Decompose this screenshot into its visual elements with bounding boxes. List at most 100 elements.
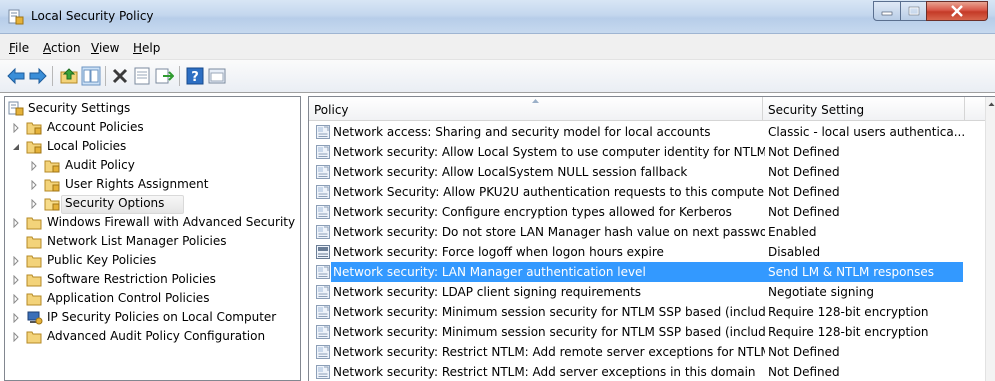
help-icon[interactable]: ? <box>185 66 205 86</box>
tree-item-security-options[interactable]: Security Options <box>5 195 297 214</box>
tree-item-software-restriction[interactable]: Software Restriction Policies <box>5 271 297 290</box>
policy-name-cell: Network security: Allow LocalSystem NULL… <box>333 165 688 179</box>
policy-item-icon <box>316 345 330 359</box>
table-row[interactable]: Network security: Do not store LAN Manag… <box>309 222 985 242</box>
folder-icon <box>26 331 42 344</box>
policy-item-icon <box>316 145 330 159</box>
policy-name-cell: Network security: Restrict NTLM: Add ser… <box>333 365 756 379</box>
toolbar: ? <box>0 60 995 93</box>
expand-arrow-icon[interactable] <box>29 199 39 209</box>
table-row[interactable]: Network security: Allow LocalSystem NULL… <box>309 162 985 182</box>
folder-icon <box>26 255 42 268</box>
vertical-scrollbar[interactable] <box>985 97 995 381</box>
folder-policy-icon <box>26 122 42 135</box>
maximize-icon <box>908 6 919 16</box>
delete-icon[interactable] <box>110 66 130 86</box>
forward-arrow-icon[interactable] <box>28 66 48 86</box>
properties-icon[interactable] <box>132 66 152 86</box>
table-row[interactable]: Network security: Restrict NTLM: Add rem… <box>309 342 985 362</box>
column-header-filler <box>965 97 985 121</box>
expand-arrow-icon[interactable] <box>11 294 21 304</box>
table-row[interactable]: Network access: Sharing and security mod… <box>309 122 985 142</box>
table-row[interactable]: Network security: LDAP client signing re… <box>309 282 985 302</box>
policy-name-cell: Network Security: Allow PKU2U authentica… <box>333 185 765 199</box>
folder-icon <box>26 236 42 249</box>
tree-item-ip-security[interactable]: IP Security Policies on Local Computer <box>5 309 297 328</box>
tree-item-public-key-policies[interactable]: Public Key Policies <box>5 252 297 271</box>
maximize-button[interactable] <box>900 1 927 21</box>
policy-item-icon <box>316 365 330 379</box>
tree-item-label: IP Security Policies on Local Computer <box>47 310 277 324</box>
expand-arrow-icon[interactable] <box>11 275 21 285</box>
expand-arrow-icon[interactable] <box>11 123 21 133</box>
column-header-policy[interactable]: Policy <box>309 97 763 121</box>
table-row[interactable]: Network Security: Allow PKU2U authentica… <box>309 182 985 202</box>
collapse-arrow-icon[interactable] <box>11 142 21 152</box>
tree-item-label: Security Settings <box>28 101 131 115</box>
tree-item-label: Account Policies <box>47 120 144 134</box>
column-header-security-setting[interactable]: Security Setting <box>763 97 965 121</box>
scroll-up-arrow-icon[interactable] <box>986 97 995 113</box>
expand-arrow-icon[interactable] <box>11 313 21 323</box>
tree-item-label: Local Policies <box>47 139 127 153</box>
policy-item-icon <box>316 225 330 239</box>
back-arrow-icon[interactable] <box>6 66 26 86</box>
policy-list[interactable]: Policy Security Setting Network access: … <box>308 96 995 381</box>
menu-view[interactable]: View <box>91 41 119 55</box>
policy-name-cell: Network security: Restrict NTLM: Add rem… <box>333 345 765 359</box>
tree-item-user-rights-assignment[interactable]: User Rights Assignment <box>5 176 297 195</box>
table-row[interactable]: Network security: LAN Manager authentica… <box>309 262 985 282</box>
security-setting-cell: Not Defined <box>768 345 840 359</box>
folder-policy-icon <box>26 141 42 154</box>
title-bar[interactable]: Local Security Policy <box>0 0 995 34</box>
window-title: Local Security Policy <box>31 9 154 23</box>
folder-icon <box>26 274 42 287</box>
tree-item-label: User Rights Assignment <box>65 177 209 191</box>
toolbar-separator <box>52 66 53 86</box>
tree-item-security-settings[interactable]: Security Settings <box>5 100 297 119</box>
expand-arrow-icon[interactable] <box>29 180 39 190</box>
security-setting-cell: Send LM & NTLM responses <box>768 265 934 279</box>
security-setting-cell: Enabled <box>768 225 817 239</box>
console-tree[interactable]: Security Settings Account Policies Local… <box>4 96 301 381</box>
tree-item-application-control[interactable]: Application Control Policies <box>5 290 297 309</box>
menu-bar: File Action View Help <box>0 34 995 60</box>
close-button[interactable] <box>926 1 988 21</box>
security-setting-cell: Not Defined <box>768 145 840 159</box>
policy-name-cell: Network security: Minimum session securi… <box>333 325 765 339</box>
sort-ascending-icon <box>532 99 539 103</box>
toolbar-separator <box>179 66 180 86</box>
tree-item-audit-policy[interactable]: Audit Policy <box>5 157 297 176</box>
up-folder-icon[interactable] <box>59 66 79 86</box>
tree-item-label: Public Key Policies <box>47 253 157 267</box>
export-list-icon[interactable] <box>154 66 174 86</box>
table-row[interactable]: Network security: Force logoff when logo… <box>309 242 985 262</box>
tree-item-windows-firewall[interactable]: Windows Firewall with Advanced Security <box>5 214 297 233</box>
close-icon <box>951 5 963 17</box>
security-setting-cell: Negotiate signing <box>768 285 874 299</box>
minimize-button[interactable] <box>873 1 901 21</box>
folder-icon <box>26 293 42 306</box>
expand-arrow-icon[interactable] <box>11 332 21 342</box>
expand-arrow-icon[interactable] <box>29 161 39 171</box>
expand-arrow-icon[interactable] <box>11 256 21 266</box>
security-setting-cell: Not Defined <box>768 365 840 379</box>
menu-help[interactable]: Help <box>133 41 160 55</box>
folder-policy-icon <box>44 160 60 173</box>
table-row[interactable]: Network security: Allow Local System to … <box>309 142 985 162</box>
show-hide-tree-icon[interactable] <box>81 66 101 86</box>
table-row[interactable]: Network security: Minimum session securi… <box>309 322 985 342</box>
console-view-icon[interactable] <box>207 66 227 86</box>
svg-text:?: ? <box>191 70 199 85</box>
tree-item-local-policies[interactable]: Local Policies <box>5 138 297 157</box>
policy-name-cell: Network security: Configure encryption t… <box>333 205 732 219</box>
menu-file[interactable]: File <box>9 41 29 55</box>
tree-item-account-policies[interactable]: Account Policies <box>5 119 297 138</box>
table-row[interactable]: Network security: Minimum session securi… <box>309 302 985 322</box>
tree-item-network-list-manager[interactable]: Network List Manager Policies <box>5 233 297 252</box>
tree-item-advanced-audit[interactable]: Advanced Audit Policy Configuration <box>5 328 297 347</box>
menu-action[interactable]: Action <box>43 41 81 55</box>
table-row[interactable]: Network security: Configure encryption t… <box>309 202 985 222</box>
expand-arrow-icon[interactable] <box>11 218 21 228</box>
table-row[interactable]: Network security: Restrict NTLM: Add ser… <box>309 362 985 381</box>
